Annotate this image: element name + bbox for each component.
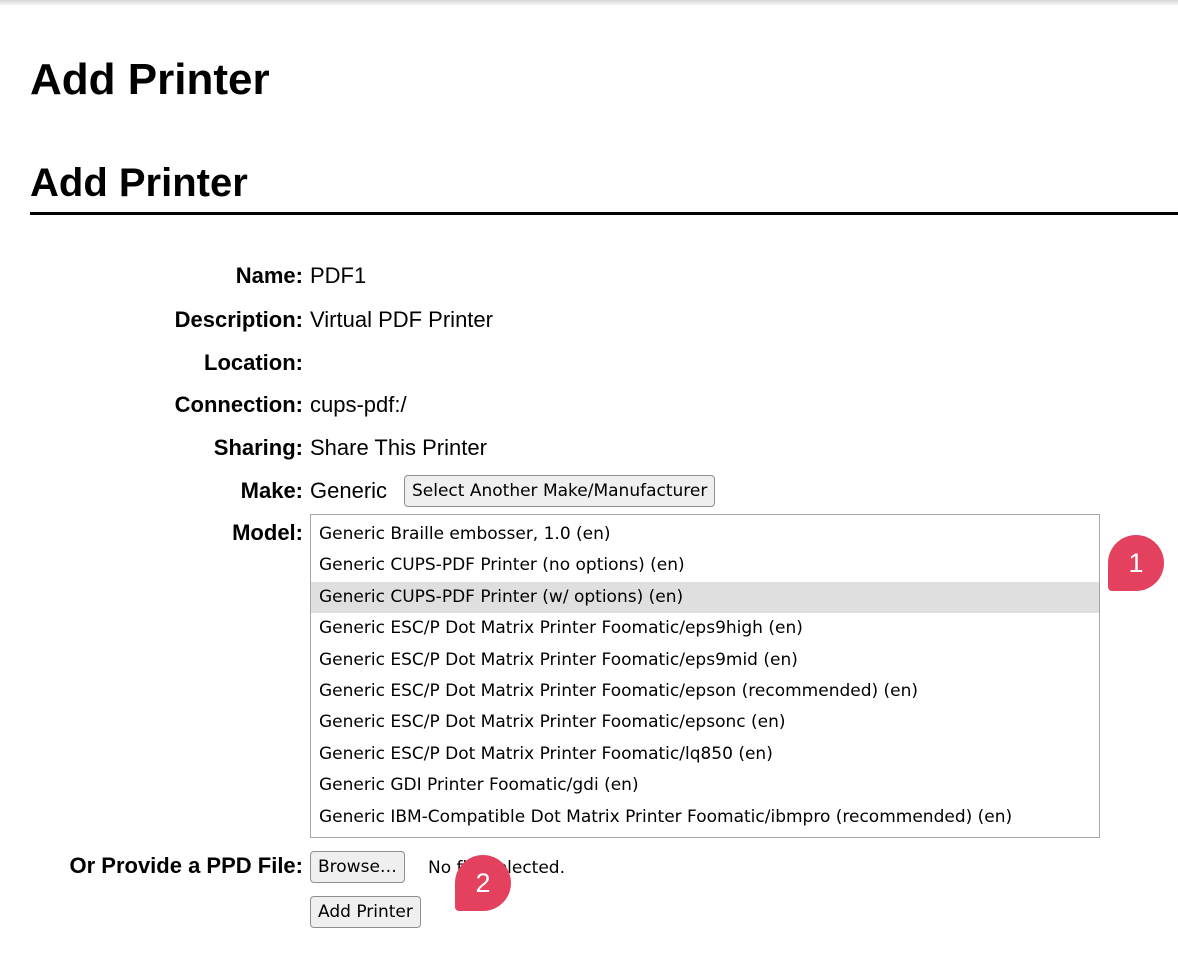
sharing-label: Sharing: [213,435,303,460]
browser-top-shadow [0,0,1178,6]
annotation-marker-2: 2 [455,855,511,911]
name-label: Name: [235,263,303,288]
browse-button[interactable]: Browse… [310,851,405,883]
make-value: Generic [310,478,388,503]
connection-label: Connection: [174,392,303,417]
model-option[interactable]: Generic IBM-Compatible Dot Matrix Printe… [311,802,1099,833]
model-label: Model: [232,520,303,545]
model-option[interactable]: Generic CUPS-PDF Printer (no options) (e… [311,550,1099,581]
model-option[interactable]: Generic CUPS-PDF Printer (w/ options) (e… [311,581,1099,614]
connection-value: cups-pdf:/ [310,392,407,417]
model-option[interactable]: Generic ESC/P Dot Matrix Printer Foomati… [311,739,1099,770]
sharing-value: Share This Printer [310,435,487,460]
model-option[interactable]: Generic ESC/P Dot Matrix Printer Foomati… [311,676,1099,707]
location-label: Location: [204,350,303,375]
page-title: Add Printer [30,55,270,104]
model-option[interactable]: Generic ESC/P Dot Matrix Printer Foomati… [311,707,1099,738]
select-make-button[interactable]: Select Another Make/Manufacturer [404,475,716,507]
ppd-file-label: Or Provide a PPD File: [69,853,303,878]
model-option[interactable]: Generic GDI Printer Foomatic/gdi (en) [311,770,1099,801]
make-label: Make: [240,478,303,503]
section-title: Add Printer [30,161,248,205]
description-value: Virtual PDF Printer [310,307,493,332]
section-divider [30,212,1178,215]
description-label: Description: [174,307,303,332]
model-select-list[interactable]: Generic Braille embosser, 1.0 (en) Generi… [310,514,1100,838]
annotation-marker-1: 1 [1108,535,1164,591]
name-value: PDF1 [310,263,367,288]
model-option[interactable]: Generic Braille embosser, 1.0 (en) [311,519,1099,550]
add-printer-button[interactable]: Add Printer [310,896,421,928]
model-option[interactable]: Generic ESC/P Dot Matrix Printer Foomati… [311,613,1099,644]
model-option[interactable]: Generic ESC/P Dot Matrix Printer Foomati… [311,645,1099,676]
add-printer-page: Add Printer Add Printer Name: PDF1 Descr… [0,0,1178,960]
